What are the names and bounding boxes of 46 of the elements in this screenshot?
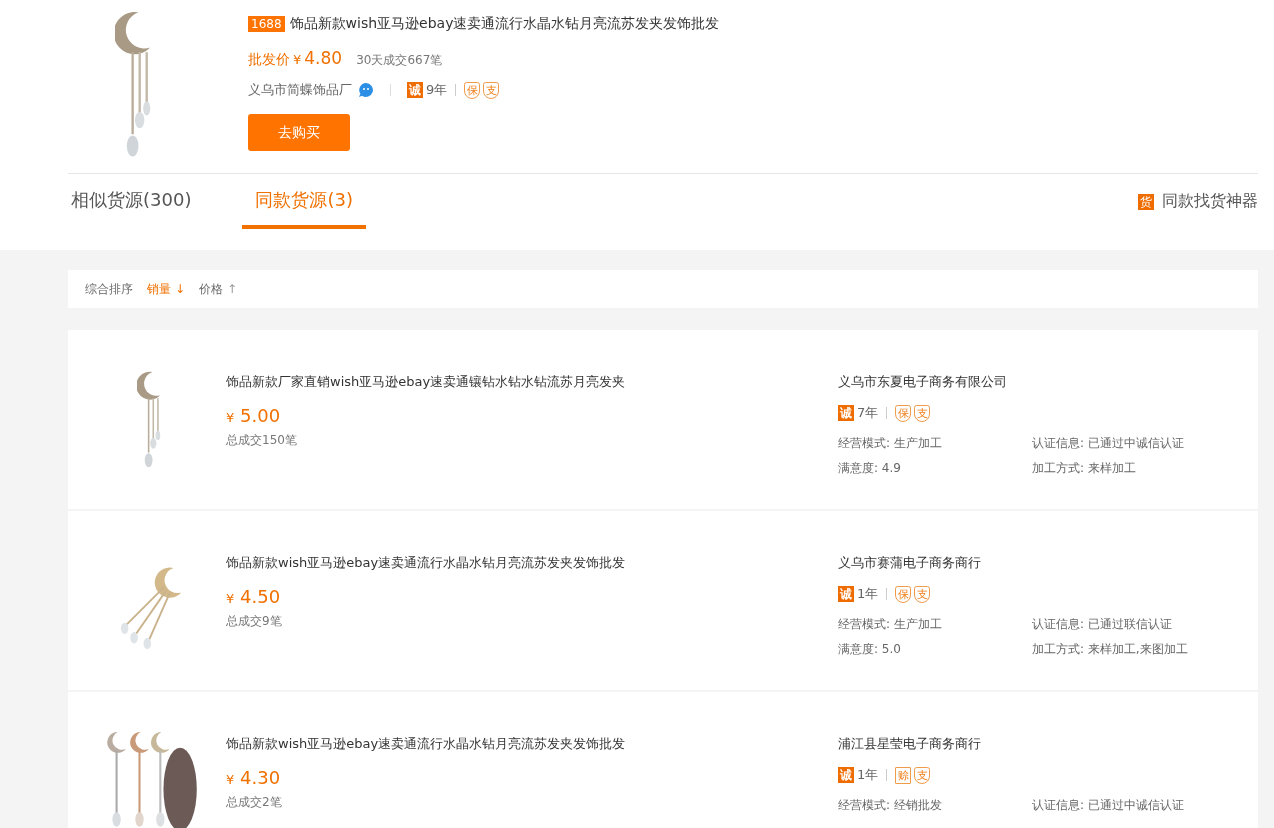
- company-detail: 经营模式: 生产加工: [838, 435, 943, 452]
- chat-icon[interactable]: [358, 82, 374, 98]
- company-detail: 经营模式: 生产加工: [838, 616, 943, 633]
- membership-years: 9年: [426, 81, 448, 99]
- company-name[interactable]: 义乌市赛蒲电子商务商行: [838, 554, 981, 572]
- company-detail: 认证信息: 已通过联信认证: [1032, 616, 1173, 633]
- site-logo: 1688: [248, 16, 285, 32]
- currency-symbol: ¥: [293, 52, 302, 67]
- guarantee-badge: 保: [895, 585, 912, 603]
- company-detail: 加工方式: 来样加工,来图加工: [1032, 641, 1189, 658]
- company-detail: 满意度: 4.9: [838, 460, 902, 477]
- product-title[interactable]: 饰品新款wish亚马逊ebay速卖通流行水晶水钻月亮流苏发夹发饰批发: [226, 554, 838, 572]
- company-name[interactable]: 义乌市东夏电子商务有限公司: [838, 373, 1007, 391]
- guarantee-badge: 保: [464, 81, 481, 99]
- sort-option[interactable]: 综合排序: [82, 280, 136, 298]
- integrity-badge: 诚: [838, 405, 854, 421]
- sales-count: 总成交150笔: [226, 432, 298, 449]
- product-title[interactable]: 饰品新款厂家直销wish亚马逊ebay速卖通镶钻水钻水钻流苏月亮发夹: [226, 373, 838, 391]
- sort-option[interactable]: 价格 ↑: [196, 280, 241, 298]
- price: ¥ 4.30: [226, 767, 281, 788]
- company-detail: 满意度: 5.0: [838, 641, 902, 658]
- integrity-badge: 诚: [838, 767, 854, 783]
- company-name[interactable]: 浦江县星莹电子商务商行: [838, 735, 981, 753]
- company-detail: 认证信息: 已通过中诚信认证: [1032, 435, 1185, 452]
- price: ¥ 5.00: [226, 405, 281, 426]
- guarantee-badge: 赊: [895, 766, 912, 784]
- price-label: 批发价: [248, 51, 290, 69]
- sales-count: 总成交9笔: [226, 613, 283, 630]
- sales-count: 总成交2笔: [226, 794, 283, 811]
- finder-link[interactable]: 同款找货神器: [1162, 191, 1258, 212]
- product-title[interactable]: 饰品新款wish亚马逊ebay速卖通流行水晶水钻月亮流苏发夹发饰批发: [289, 15, 720, 33]
- supplier-name[interactable]: 义乌市简蝶饰品厂: [248, 81, 352, 99]
- sales-count: 30天成交667笔: [356, 52, 443, 69]
- company-detail: 加工方式: 来样加工: [1032, 460, 1137, 477]
- price: 4.80: [304, 48, 343, 68]
- integrity-badge: 诚: [838, 586, 854, 602]
- company-detail: 经营模式: 经销批发: [838, 797, 943, 814]
- tab[interactable]: 相似货源(300): [68, 174, 195, 229]
- membership-years: 1年: [857, 585, 879, 603]
- guarantee-badge: 保: [895, 404, 912, 422]
- product-title[interactable]: 饰品新款wish亚马逊ebay速卖通流行水晶水钻月亮流苏发夹发饰批发: [226, 735, 838, 753]
- membership-years: 7年: [857, 404, 879, 422]
- membership-years: 1年: [857, 766, 879, 784]
- price: ¥ 4.50: [226, 586, 281, 607]
- company-detail: 认证信息: 已通过中诚信认证: [1032, 797, 1185, 814]
- integrity-badge: 诚: [407, 82, 423, 98]
